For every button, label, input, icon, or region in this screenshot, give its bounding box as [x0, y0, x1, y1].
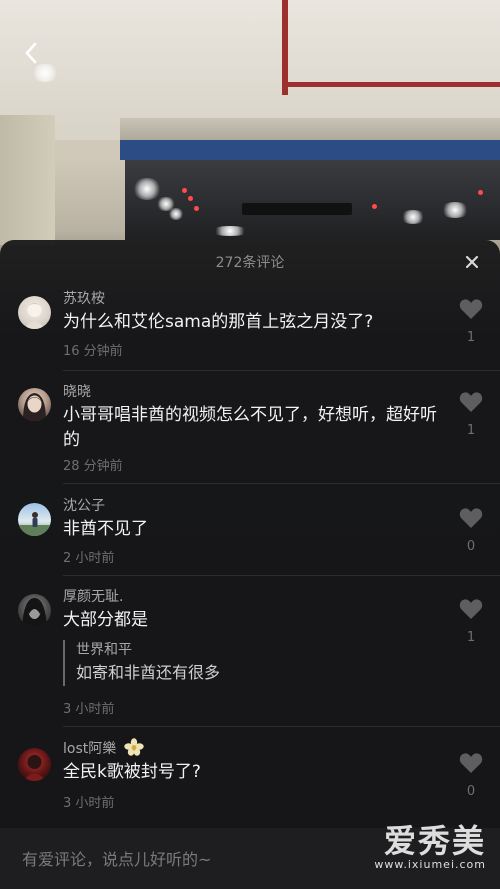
like-count: 0: [466, 539, 476, 554]
comment-item: 苏玖桉 为什么和艾伦sama的那首上弦之月没了? 16 分钟前 1: [0, 288, 500, 388]
comment-time: 2 小时前: [63, 551, 115, 566]
comment-time: 3 小时前: [63, 702, 115, 717]
heart-icon: [459, 599, 483, 619]
like-count: 1: [466, 423, 476, 438]
pipe: [282, 82, 500, 87]
comment-count-title: 272条评论: [215, 255, 285, 271]
comment-item: lost阿樂 全民k歌被封号了? 3 小时前 0: [0, 738, 500, 828]
reply-text: 如寄和非酋还有很多: [76, 663, 221, 682]
like-button[interactable]: 1: [456, 298, 486, 345]
signal-light: [478, 190, 483, 195]
like-count: 1: [466, 630, 476, 645]
signal-light: [194, 206, 199, 211]
comment-text: 为什么和艾伦sama的那首上弦之月没了?: [63, 312, 374, 332]
comment-username[interactable]: lost阿樂: [63, 738, 144, 758]
heart-icon: [459, 299, 483, 319]
like-button[interactable]: 0: [456, 752, 486, 799]
comment-item: 厚颜无耻. 大部分都是 世界和平 如寄和非酋还有很多 3 小时前 1: [0, 586, 500, 736]
wall-stripe: [120, 140, 500, 160]
comment-username[interactable]: 苏玖桉: [63, 288, 105, 308]
divider: [63, 483, 500, 484]
comment-text: 非酋不见了: [63, 519, 148, 539]
heart-icon: [459, 508, 483, 528]
comment-input[interactable]: [22, 846, 382, 872]
avatar-image: [18, 512, 51, 536]
pipe: [282, 0, 288, 95]
comment-item: 晓晓 小哥哥唱非酋的视频怎么不见了，好想听，超好听的 28 分钟前 1: [0, 381, 500, 501]
avatar-image: [22, 598, 47, 627]
pillar: [0, 115, 55, 245]
reply-quote[interactable]: 世界和平 如寄和非酋还有很多: [63, 640, 456, 686]
comment-text: 小哥哥唱非酋的视频怎么不见了，好想听，超好听的: [63, 405, 437, 450]
ceiling-light: [400, 210, 426, 224]
comment-username-text: lost阿樂: [63, 741, 117, 757]
like-count: 0: [466, 784, 476, 799]
like-count: 1: [466, 330, 476, 345]
exit-sign: [242, 203, 352, 215]
comment-panel: 272条评论 苏玖桉 为什么和艾伦sama的那首上弦之月没了? 16 分钟前 1: [0, 240, 500, 889]
heart-icon: [459, 392, 483, 412]
comment-item: 沈公子 非酋不见了 2 小时前 0: [0, 495, 500, 590]
flower-icon: [124, 738, 144, 756]
comment-time: 28 分钟前: [63, 459, 123, 474]
back-button[interactable]: [14, 36, 48, 70]
like-button[interactable]: 0: [456, 507, 486, 554]
signal-light: [182, 188, 187, 193]
comment-text: 大部分都是: [63, 610, 148, 630]
avatar-image: [23, 755, 46, 781]
comment-time: 16 分钟前: [63, 344, 123, 359]
comment-time: 3 小时前: [63, 796, 115, 811]
divider: [63, 575, 500, 576]
garage-interior: [125, 160, 500, 240]
comment-text: 全民k歌被封号了?: [63, 762, 201, 782]
avatar[interactable]: [18, 503, 51, 536]
close-icon: [465, 255, 479, 269]
avatar[interactable]: [18, 594, 51, 627]
avatar[interactable]: [18, 388, 51, 421]
avatar[interactable]: [18, 296, 51, 329]
watermark-logo: 爱秀美: [383, 822, 486, 860]
ceiling-light: [210, 226, 250, 236]
signal-light: [188, 196, 193, 201]
like-button[interactable]: 1: [456, 391, 486, 438]
close-button[interactable]: [460, 250, 484, 274]
avatar-image: [24, 303, 45, 329]
comment-username[interactable]: 沈公子: [63, 495, 105, 515]
avatar[interactable]: [18, 748, 51, 781]
avatar-image: [23, 393, 46, 421]
divider: [63, 726, 500, 727]
watermark-url: www.ixiumei.com: [374, 858, 486, 871]
chevron-left-icon: [25, 42, 37, 64]
comment-username[interactable]: 晓晓: [63, 381, 91, 401]
comment-username[interactable]: 厚颜无耻.: [63, 586, 123, 606]
reply-username: 世界和平: [76, 642, 132, 658]
divider: [63, 370, 500, 371]
ceiling-light: [168, 208, 184, 220]
watermark: 爱秀美 www.ixiumei.com: [374, 824, 486, 871]
like-button[interactable]: 1: [456, 598, 486, 645]
ceiling-light: [132, 178, 162, 200]
ceiling-light: [440, 202, 470, 218]
heart-icon: [459, 753, 483, 773]
signal-light: [372, 204, 377, 209]
